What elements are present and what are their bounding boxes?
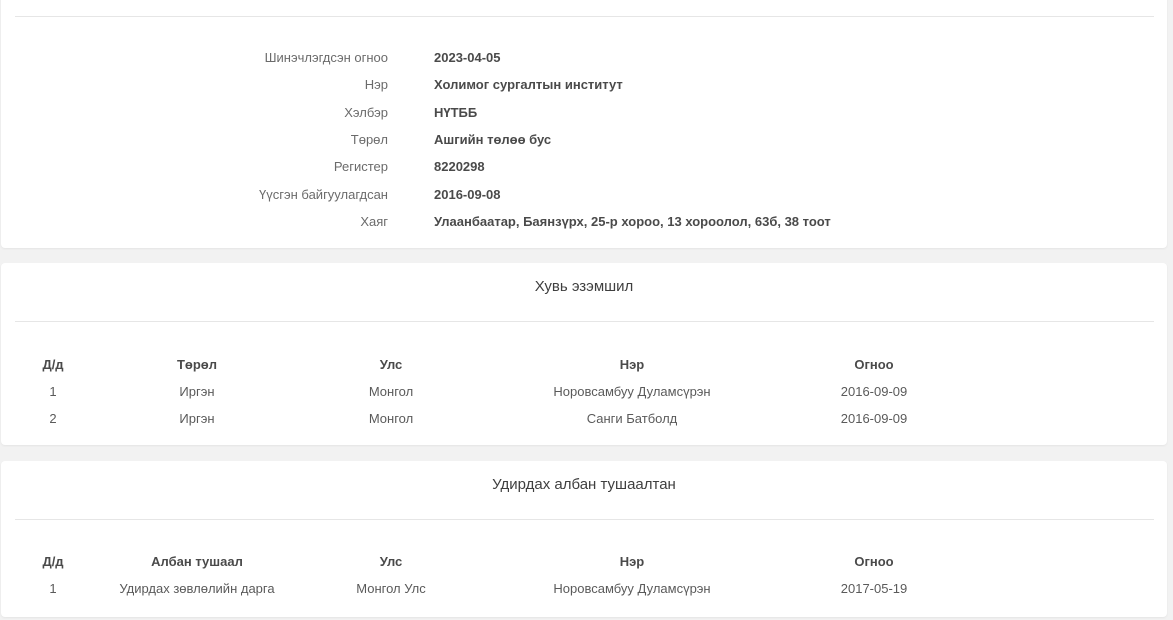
table-cell: Монгол: [368, 384, 414, 399]
column-header: Д/д: [42, 554, 64, 569]
section-title: Хувь эзэмшил: [534, 278, 634, 295]
divider: [15, 16, 1154, 17]
table-cell: 2: [49, 411, 57, 426]
info-value: Улаанбаатар, Баянзүрх, 25-р хороо, 13 хо…: [434, 214, 831, 229]
column-header: Улс: [379, 357, 403, 372]
info-row-type: Төрөл Ашгийн төлөө бус: [1, 132, 1167, 152]
info-value: Холимог сургалтын институт: [434, 77, 623, 92]
organization-info-card: Шинэчлэгдсэн огноо 2023-04-05 Нэр Холимо…: [1, 0, 1167, 248]
table-cell: 1: [49, 581, 57, 596]
divider: [15, 321, 1154, 322]
info-label: Хэлбэр: [344, 105, 388, 120]
info-value: 2023-04-05: [434, 50, 501, 65]
info-label: Хаяг: [360, 214, 388, 229]
ownership-card: Хувь эзэмшил Д/д Төрөл Улс Нэр Огноо 1 И…: [1, 263, 1167, 445]
info-row-register: Регистер 8220298: [1, 159, 1167, 179]
info-row-form: Хэлбэр НҮТББ: [1, 105, 1167, 125]
info-value: 2016-09-08: [434, 187, 501, 202]
info-row-founded: Үүсгэн байгуулагдсан 2016-09-08: [1, 187, 1167, 207]
table-cell: 2016-09-09: [840, 411, 908, 426]
table-cell: Иргэн: [179, 411, 215, 426]
info-label: Нэр: [364, 77, 388, 92]
column-header: Огноо: [854, 357, 894, 372]
table-cell: Монгол: [368, 411, 414, 426]
table-cell: 2016-09-09: [840, 384, 908, 399]
info-label: Үүсгэн байгуулагдсан: [259, 187, 388, 202]
table-cell: Монгол Улс: [356, 581, 426, 596]
column-header: Төрөл: [176, 357, 218, 372]
info-value: НҮТББ: [434, 105, 478, 120]
info-row-name: Нэр Холимог сургалтын институт: [1, 77, 1167, 97]
table-cell: Санги Батболд: [586, 411, 678, 426]
table-cell: 2017-05-19: [840, 581, 908, 596]
info-row-updated: Шинэчлэгдсэн огноо 2023-04-05: [1, 50, 1167, 70]
officials-card: Удирдах албан тушаалтан Д/д Албан тушаал…: [1, 461, 1167, 617]
column-header: Улс: [379, 554, 403, 569]
column-header: Огноо: [854, 554, 894, 569]
table-cell: Норовсамбуу Дуламсүрэн: [553, 384, 711, 399]
info-label: Шинэчлэгдсэн огноо: [264, 50, 388, 65]
table-cell: 1: [49, 384, 57, 399]
table-cell: Иргэн: [179, 384, 215, 399]
info-label: Регистер: [333, 159, 388, 174]
divider: [15, 519, 1154, 520]
info-value: 8220298: [434, 159, 485, 174]
info-row-address: Хаяг Улаанбаатар, Баянзүрх, 25-р хороо, …: [1, 214, 1167, 234]
info-label: Төрөл: [350, 132, 388, 147]
column-header: Нэр: [619, 357, 645, 372]
table-cell: Удирдах зөвлөлийн дарга: [119, 581, 275, 596]
column-header: Д/д: [42, 357, 64, 372]
section-title: Удирдах албан тушаалтан: [492, 476, 676, 493]
info-value: Ашгийн төлөө бус: [434, 132, 552, 147]
column-header: Албан тушаал: [151, 554, 243, 569]
column-header: Нэр: [619, 554, 645, 569]
table-cell: Норовсамбуу Дуламсүрэн: [553, 581, 711, 596]
